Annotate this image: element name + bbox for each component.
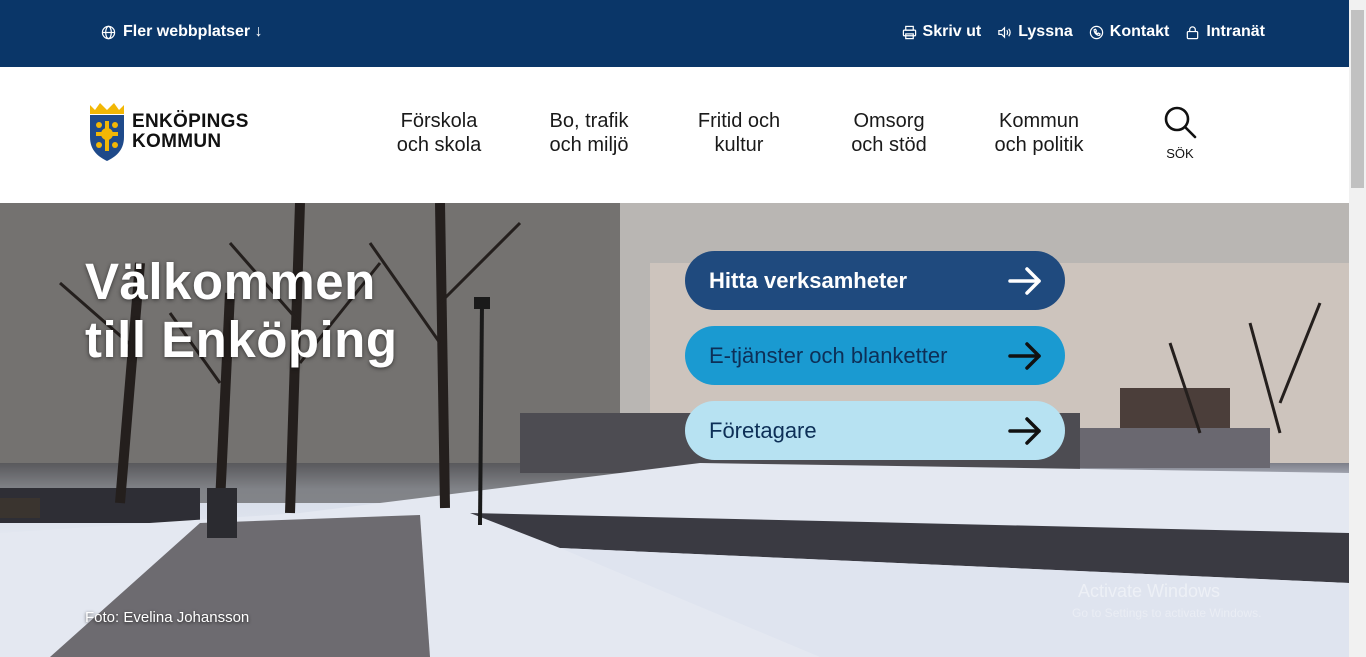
nav-label-line1: Kommun bbox=[998, 110, 1080, 132]
nav-label-line2: och politik bbox=[994, 134, 1084, 156]
logo-line1: ENKÖPINGS bbox=[132, 111, 249, 132]
more-sites-label: Fler webbplatser ↓ bbox=[123, 23, 263, 40]
hero-title-line1: Välkommen bbox=[85, 253, 376, 310]
speaker-icon bbox=[997, 25, 1012, 40]
listen-link[interactable]: Lyssna bbox=[997, 23, 1073, 41]
windows-watermark-subtitle: Go to Settings to activate Windows. bbox=[1072, 606, 1262, 620]
nav-item-omsorg[interactable]: Omsorg och stöd bbox=[814, 109, 964, 157]
search-button[interactable]: SÖK bbox=[1160, 105, 1200, 161]
hero-title-line2: till Enköping bbox=[85, 311, 398, 368]
windows-watermark-title: Activate Windows bbox=[1078, 581, 1221, 601]
arrow-right-icon bbox=[1008, 341, 1041, 370]
e-services-label: E-tjänster och blanketter bbox=[709, 342, 948, 368]
hero-title: Välkommen till Enköping bbox=[85, 253, 397, 369]
e-services-button[interactable]: E-tjänster och blanketter bbox=[685, 326, 1065, 385]
nav-label-line1: Bo, trafik bbox=[549, 110, 629, 132]
lock-icon bbox=[1185, 25, 1200, 40]
site-header: ENKÖPINGS KOMMUN Förskola och skola Bo, … bbox=[0, 67, 1349, 203]
more-sites-link[interactable]: Fler webbplatser ↓ bbox=[101, 23, 263, 41]
nav-label-line1: Omsorg bbox=[853, 110, 925, 132]
arrow-right-icon bbox=[1008, 416, 1041, 445]
logo-line2: KOMMUN bbox=[132, 131, 222, 152]
business-label: Företagare bbox=[709, 417, 817, 443]
printer-icon bbox=[902, 25, 917, 40]
nav-label-line2: och miljö bbox=[549, 134, 629, 156]
photo-credit: Foto: Evelina Johansson bbox=[85, 609, 250, 626]
print-link[interactable]: Skriv ut bbox=[902, 23, 982, 41]
contact-label: Kontakt bbox=[1109, 23, 1170, 40]
scrollbar-thumb[interactable] bbox=[1351, 10, 1364, 188]
logo-text: ENKÖPINGS KOMMUN bbox=[132, 112, 249, 152]
intranet-label: Intranät bbox=[1206, 23, 1265, 40]
arrow-right-icon bbox=[1008, 266, 1041, 295]
listen-label: Lyssna bbox=[1018, 23, 1073, 40]
site-logo[interactable]: ENKÖPINGS KOMMUN bbox=[88, 101, 249, 163]
nav-label-line2: kultur bbox=[714, 134, 764, 156]
phone-icon bbox=[1089, 25, 1104, 40]
nav-item-forskola[interactable]: Förskola och skola bbox=[364, 109, 514, 157]
nav-label-line1: Fritid och bbox=[697, 110, 781, 132]
nav-label-line2: och skola bbox=[396, 134, 482, 156]
intranet-link[interactable]: Intranät bbox=[1185, 23, 1265, 41]
top-utility-bar: Fler webbplatser ↓ Skriv ut Lyssna Konta… bbox=[0, 0, 1349, 67]
nav-label-line2: och stöd bbox=[851, 134, 927, 156]
business-button[interactable]: Företagare bbox=[685, 401, 1065, 460]
page-scrollbar[interactable] bbox=[1349, 0, 1366, 657]
main-navigation: Förskola och skola Bo, trafik och miljö … bbox=[364, 109, 1114, 157]
contact-link[interactable]: Kontakt bbox=[1089, 23, 1170, 41]
nav-item-fritid[interactable]: Fritid och kultur bbox=[664, 109, 814, 157]
print-label: Skriv ut bbox=[922, 23, 982, 40]
nav-label-line1: Förskola bbox=[400, 110, 478, 132]
nav-item-bo-trafik[interactable]: Bo, trafik och miljö bbox=[514, 109, 664, 157]
nav-item-kommun[interactable]: Kommun och politik bbox=[964, 109, 1114, 157]
search-icon bbox=[1164, 106, 1197, 139]
hero-section: Välkommen till Enköping Hitta verksamhet… bbox=[0, 203, 1349, 657]
find-services-label: Hitta verksamheter bbox=[709, 267, 908, 293]
globe-icon bbox=[101, 25, 116, 40]
find-services-button[interactable]: Hitta verksamheter bbox=[685, 251, 1065, 310]
utility-links: Skriv ut Lyssna Kontakt Intranät bbox=[902, 23, 1265, 41]
search-label: SÖK bbox=[1166, 146, 1194, 161]
coat-of-arms-icon bbox=[90, 103, 124, 161]
